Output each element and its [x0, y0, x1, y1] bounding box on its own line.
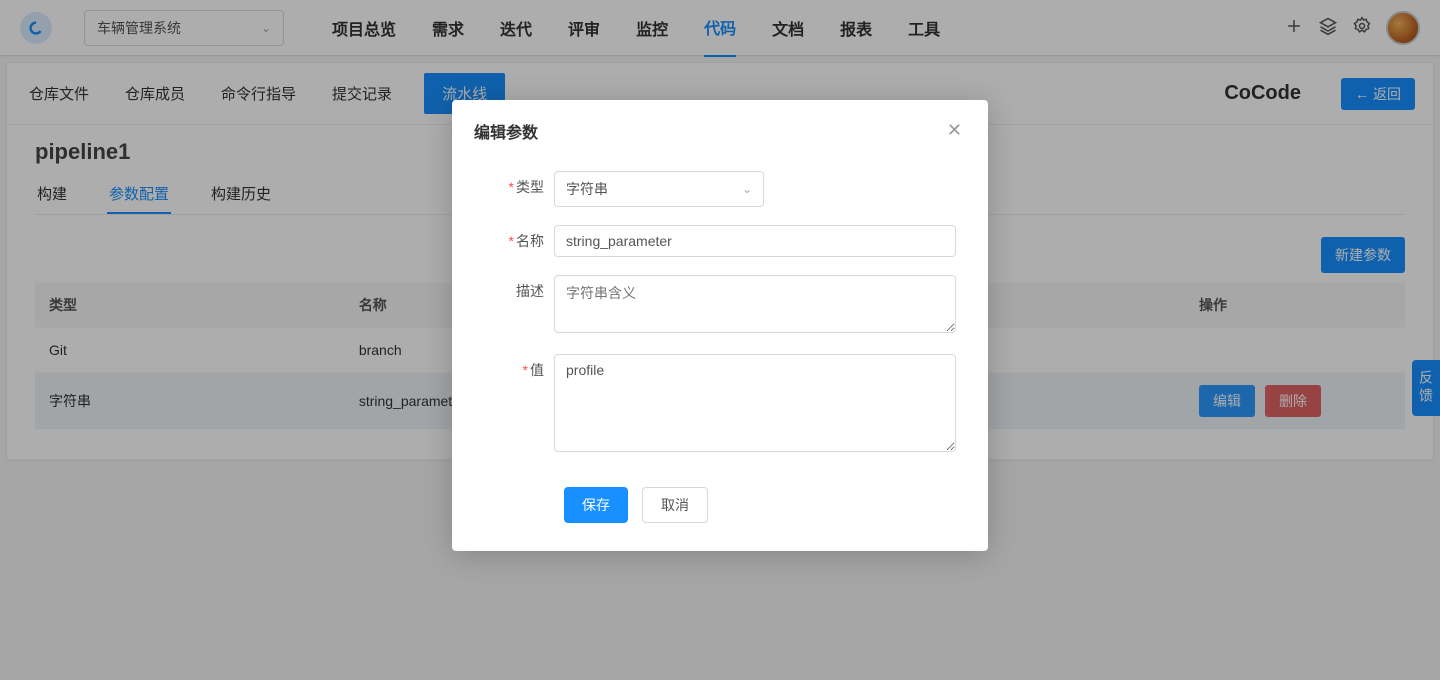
modal-title: 编辑参数: [474, 119, 538, 143]
chevron-down-icon: ⌄: [742, 182, 752, 196]
label-name: 名称: [516, 233, 544, 249]
save-button[interactable]: 保存: [564, 487, 628, 523]
cancel-button[interactable]: 取消: [642, 487, 708, 523]
modal-footer: 保存 取消: [452, 481, 988, 551]
edit-param-modal: 编辑参数 ✕ *类型 字符串 ⌄ *名称 描述: [452, 100, 988, 551]
modal-mask: 编辑参数 ✕ *类型 字符串 ⌄ *名称 描述: [0, 0, 1440, 680]
desc-textarea[interactable]: [554, 275, 956, 333]
label-desc: 描述: [516, 283, 544, 299]
label-value: 值: [530, 362, 544, 378]
type-select[interactable]: 字符串 ⌄: [554, 171, 764, 207]
close-icon[interactable]: ✕: [943, 116, 966, 145]
label-type: 类型: [516, 179, 544, 195]
modal-body: *类型 字符串 ⌄ *名称 描述: [452, 151, 988, 481]
value-textarea[interactable]: [554, 354, 956, 452]
name-input[interactable]: [554, 225, 956, 257]
type-value: 字符串: [566, 179, 608, 199]
modal-header: 编辑参数 ✕: [452, 100, 988, 151]
